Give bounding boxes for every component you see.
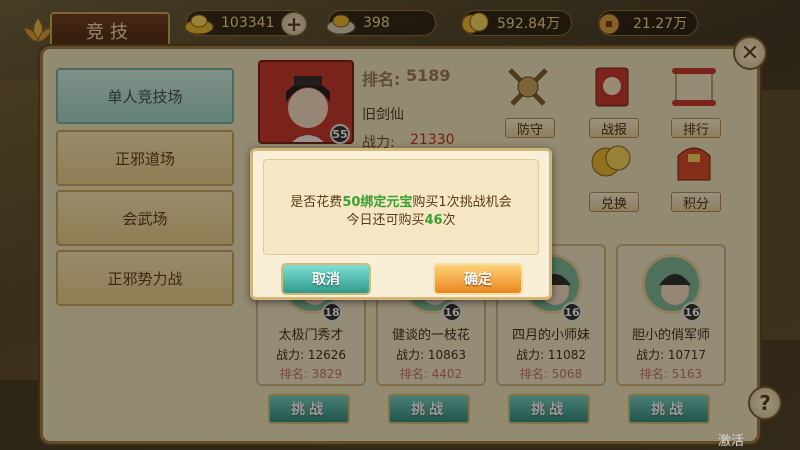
windows-activation-watermark: 激活 Windows [718,434,776,450]
dialog-message-line2: 今日还可购买46次 [346,213,456,228]
dialog-message-line1: 是否花费50绑定元宝购买1次挑战机会 [290,195,512,210]
cancel-button[interactable]: 取消 [281,263,371,295]
confirm-button[interactable]: 确定 [433,263,523,295]
purchase-dialog: 是否花费50绑定元宝购买1次挑战机会 今日还可购买46次 取消 确定 [250,148,552,300]
game-screen: 竞技 103341 + 398 592.84万 21.27万 ✕ 单人竞技场 正… [0,0,800,450]
